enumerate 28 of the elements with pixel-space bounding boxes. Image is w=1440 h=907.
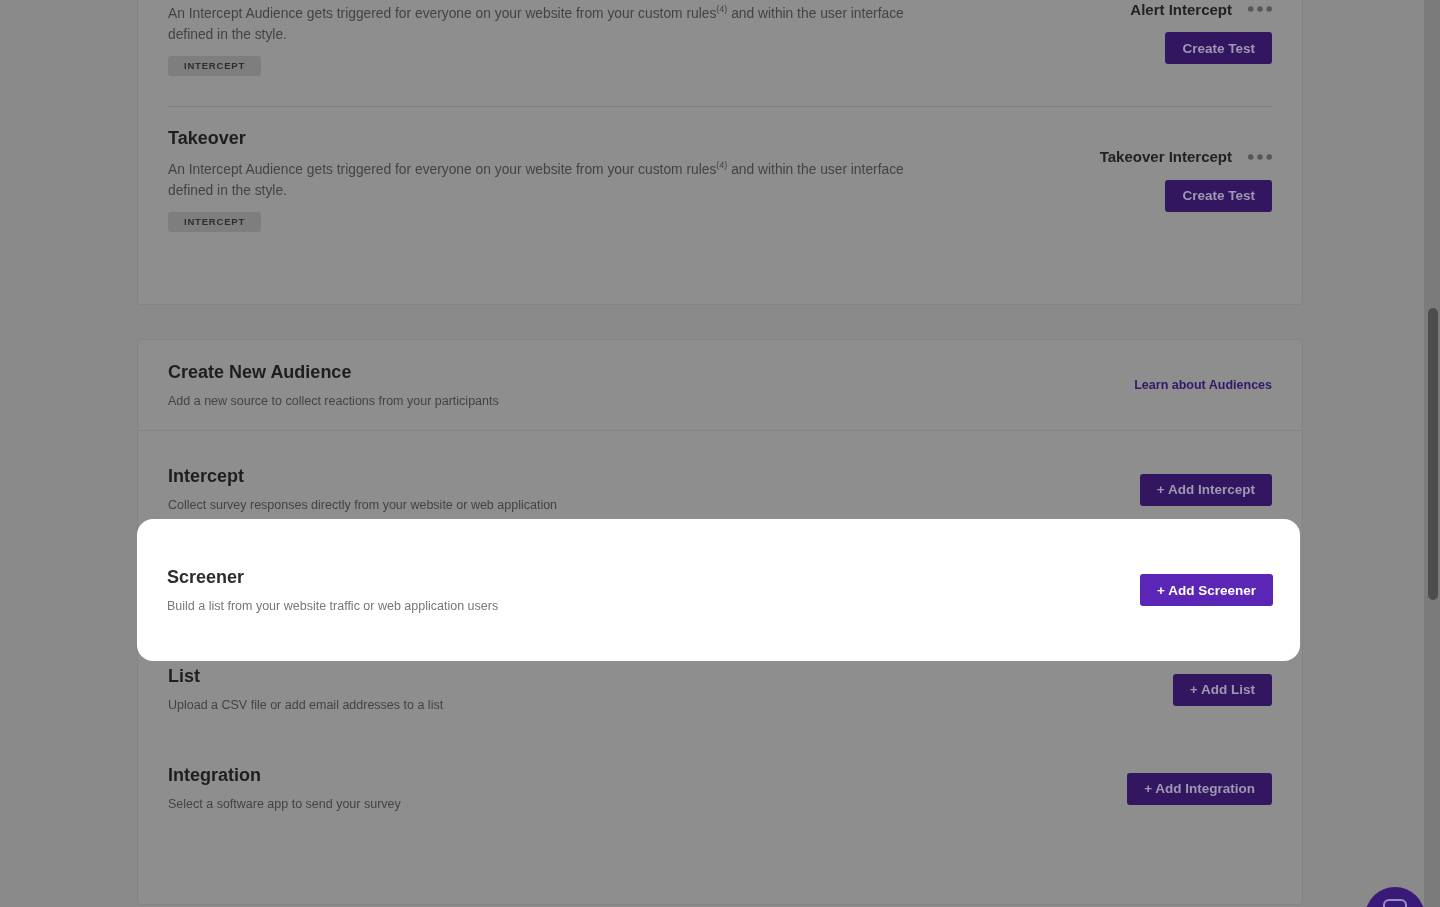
card-subtitle: Add a new source to collect reactions from your participants <box>168 393 499 409</box>
round-launcher-icon[interactable] <box>1365 887 1425 907</box>
create-test-button[interactable]: Create Test <box>1165 179 1272 212</box>
intercept-name: Alert Intercept <box>1130 0 1232 18</box>
source-title: List <box>168 665 200 687</box>
intercept-name: Takeover Intercept <box>1099 148 1232 165</box>
source-title: Intercept <box>168 465 245 487</box>
source-title: Integration <box>168 764 261 786</box>
scrollbar-thumb[interactable] <box>1428 308 1438 600</box>
audience-description: An Intercept Audience gets triggered for everyone on your website from your custom rules$^{(4)}$ and within the user interface defined in the style. <box>168 3 905 44</box>
add-source-button[interactable]: + Add List <box>1172 673 1272 706</box>
source-description: Build a list from your website traffic or web application users <box>167 597 499 615</box>
learn-link[interactable]: Learn about Audiences <box>1134 378 1272 392</box>
more-options-icon[interactable] <box>1248 6 1272 12</box>
source-description: Upload a CSV file or add email addresses to a list <box>168 697 444 714</box>
type-badge: INTERCEPT <box>168 56 262 76</box>
source-title: Screener <box>167 565 245 588</box>
add-source-button[interactable]: + Add Intercept <box>1139 473 1272 506</box>
card-title: Create New Audience <box>168 361 352 383</box>
source-description: Select a software app to send your survey <box>168 796 401 813</box>
create-test-button[interactable]: Create Test <box>1165 32 1272 64</box>
source-description: Collect survey responses directly from your website or web application <box>168 497 558 514</box>
add-source-button[interactable]: + Add Integration <box>1127 772 1272 805</box>
type-badge: INTERCEPT <box>168 212 262 232</box>
audience-title: Takeover <box>168 127 246 149</box>
add-source-button[interactable]: + Add Screener <box>1140 574 1273 606</box>
more-options-icon[interactable] <box>1248 153 1272 160</box>
audience-description: An Intercept Audience gets triggered for everyone on your website from your custom rules$^{(4)}$ and within the user interface defined in the style. <box>168 159 905 200</box>
